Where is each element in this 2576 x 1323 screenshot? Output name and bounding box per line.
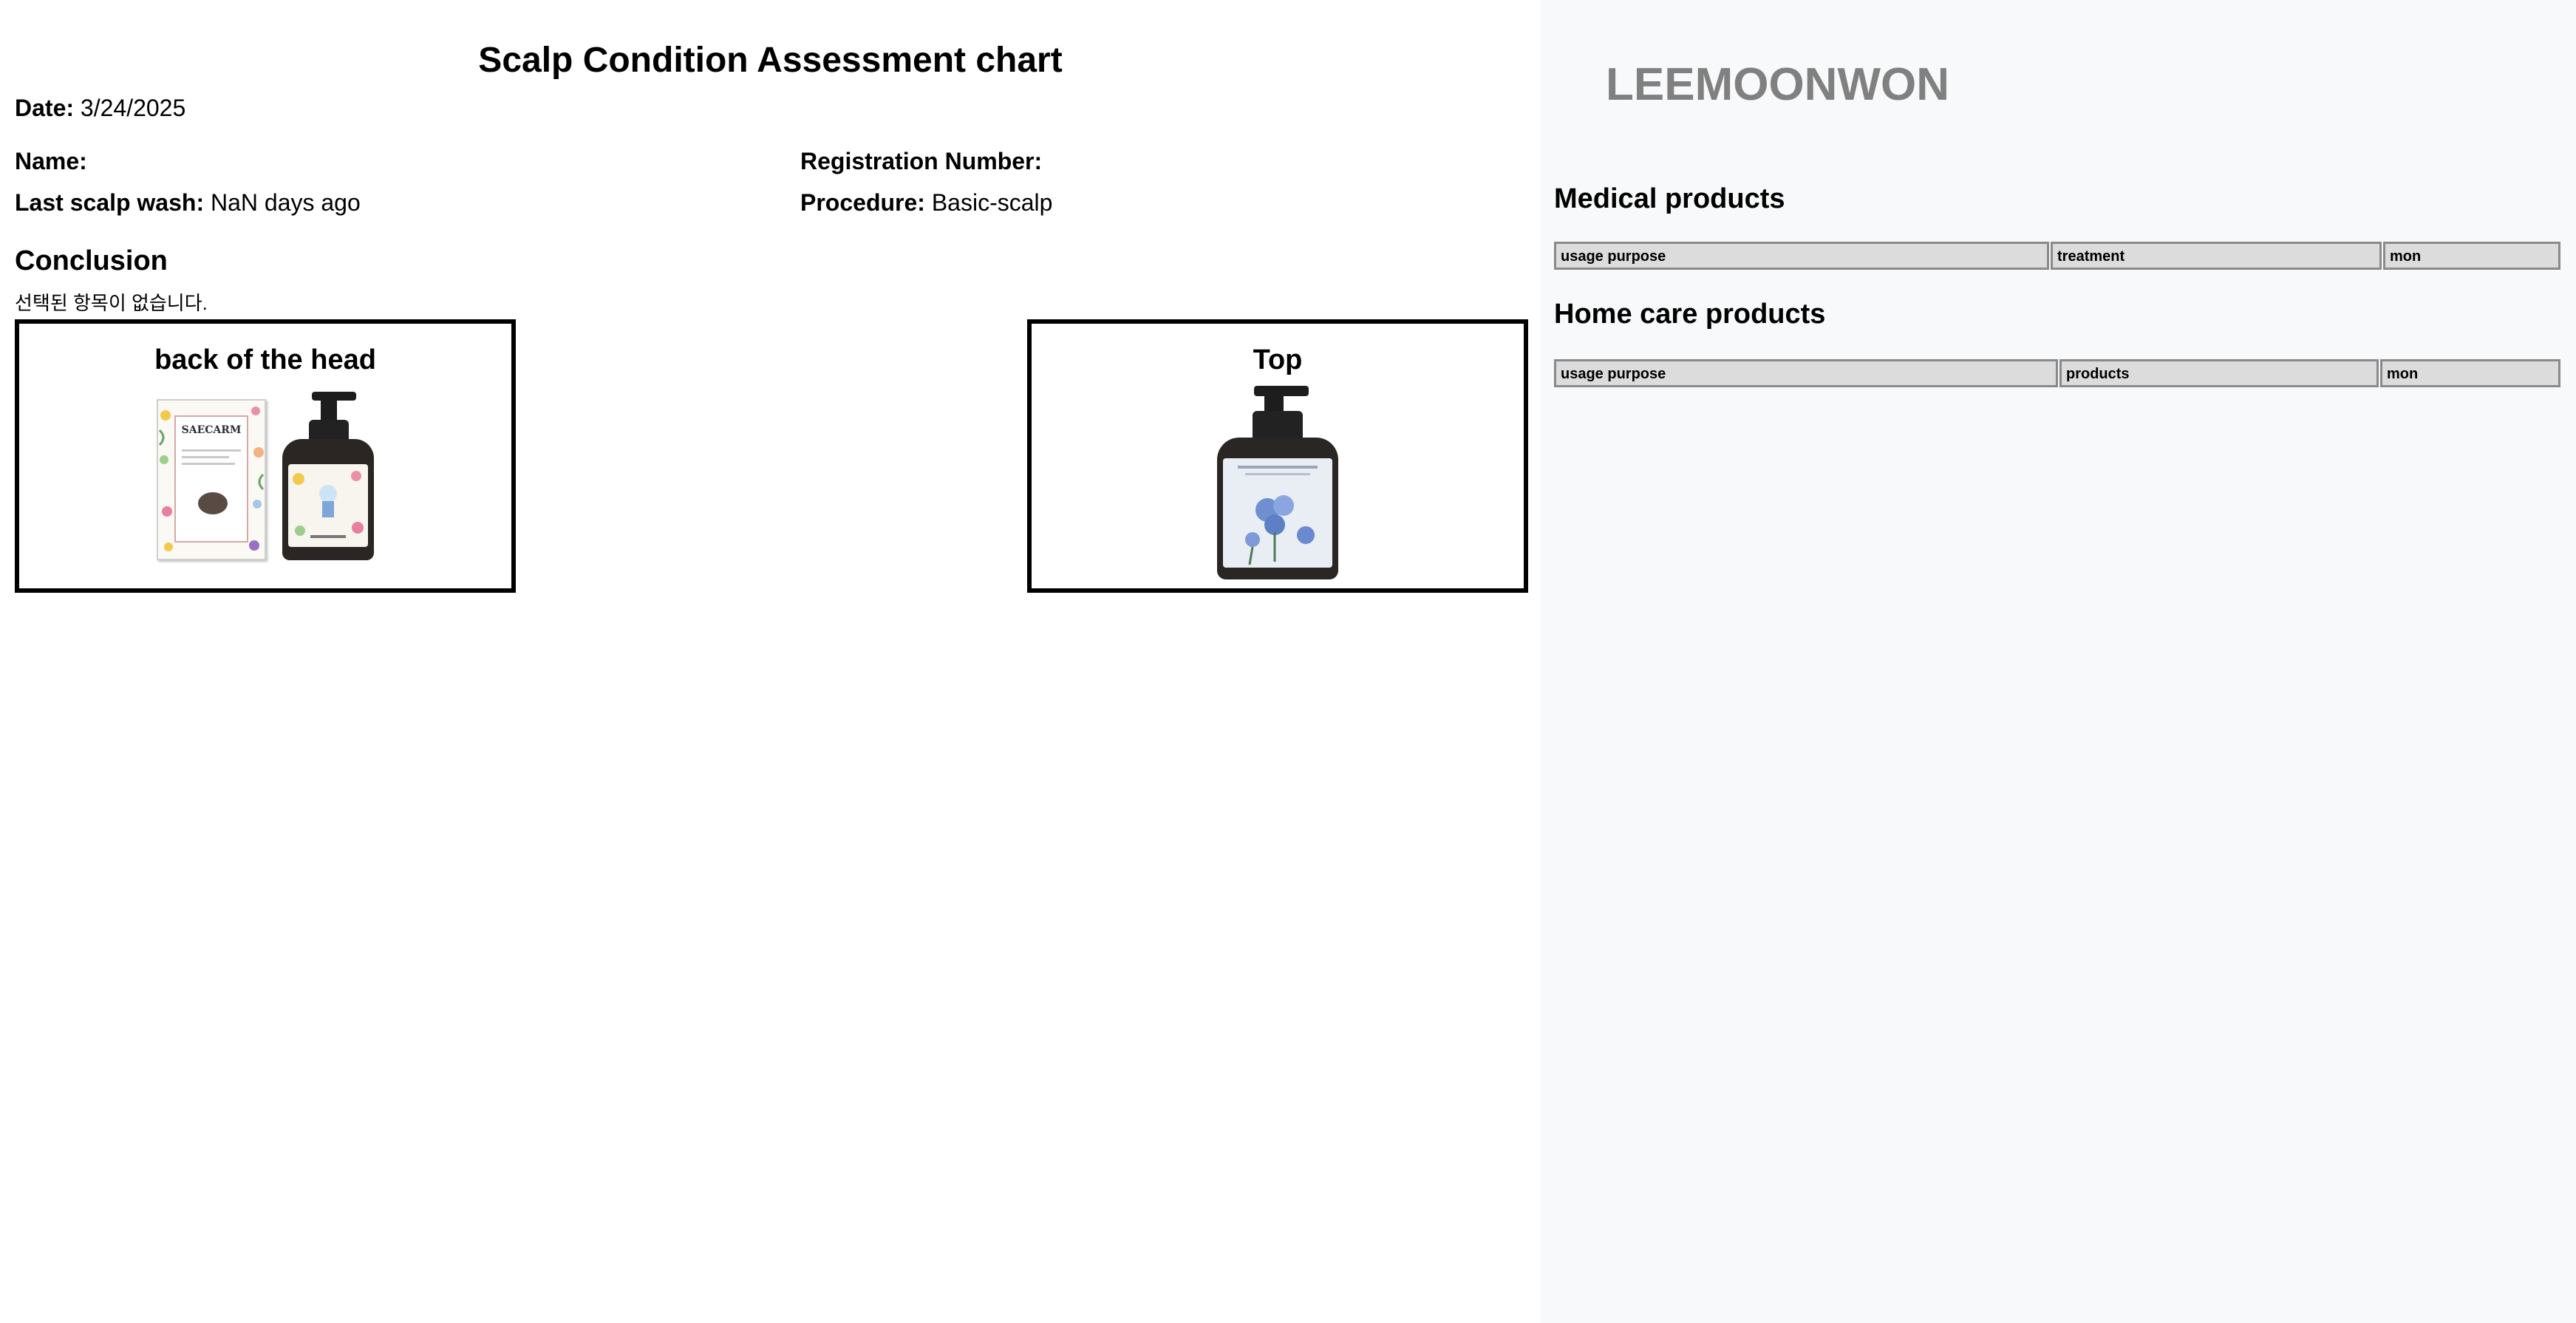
procedure-field: Procedure: Basic-scalp <box>800 191 1052 214</box>
medical-products-title: Medical products <box>1554 183 1785 214</box>
column-header-mon: mon <box>2380 359 2560 387</box>
registration-field: Registration Number: <box>800 149 1042 173</box>
date-field: Date: 3/24/2025 <box>15 96 185 120</box>
page: Scalp Condition Assessment chart Date: 3… <box>0 0 2576 1323</box>
last-wash-label: Last scalp wash: <box>15 189 205 216</box>
last-wash-field: Last scalp wash: NaN days ago <box>15 191 361 214</box>
region-product-images: SAECARM <box>19 392 511 560</box>
brand-logo: LEEMOONWON <box>1606 59 1949 110</box>
conclusion-title: Conclusion <box>15 245 168 276</box>
pack-brand-text: SAECARM <box>181 424 242 436</box>
floral-label-icon <box>293 471 364 538</box>
blue-flower-label-icon <box>1238 466 1318 565</box>
character-icon <box>198 492 228 514</box>
pack-label: SAECARM <box>174 415 248 543</box>
page-title: Scalp Condition Assessment chart <box>478 41 1063 80</box>
shampoo-bottle-image <box>282 392 374 560</box>
product-side-panel: LEEMOONWON Medical products usage purpos… <box>1541 0 2576 1323</box>
column-header-products: products <box>2059 359 2379 387</box>
region-title: back of the head <box>154 344 376 375</box>
home-care-products-table: usage purpose products mon <box>1554 359 2560 387</box>
home-care-products-title: Home care products <box>1554 299 1826 330</box>
region-card-top[interactable]: Top <box>1027 319 1528 593</box>
chart-main: Scalp Condition Assessment chart Date: 3… <box>0 0 1541 1323</box>
date-label: Date: <box>15 95 75 121</box>
region-product-images <box>1032 386 1524 579</box>
column-header-treatment: treatment <box>2051 242 2382 270</box>
column-header-usage-purpose: usage purpose <box>1554 242 2049 270</box>
shampoo-bottle-blue-image <box>1217 386 1338 579</box>
column-header-mon: mon <box>2383 242 2560 270</box>
name-field: Name: <box>15 149 87 173</box>
region-card-back-of-head[interactable]: back of the head SAECARM <box>15 319 516 593</box>
region-title: Top <box>1253 344 1303 375</box>
name-label: Name: <box>15 148 87 174</box>
date-value: 3/24/2025 <box>80 95 186 121</box>
medical-products-table: usage purpose treatment mon <box>1554 242 2560 270</box>
conclusion-text: 선택된 항목이 없습니다. <box>15 292 208 314</box>
last-wash-value: NaN days ago <box>210 189 361 216</box>
registration-label: Registration Number: <box>800 148 1043 174</box>
column-header-usage-purpose: usage purpose <box>1554 359 2058 387</box>
procedure-label: Procedure: <box>800 189 925 216</box>
procedure-value: Basic-scalp <box>931 189 1053 216</box>
safecarm-pack-image: SAECARM <box>157 399 266 560</box>
